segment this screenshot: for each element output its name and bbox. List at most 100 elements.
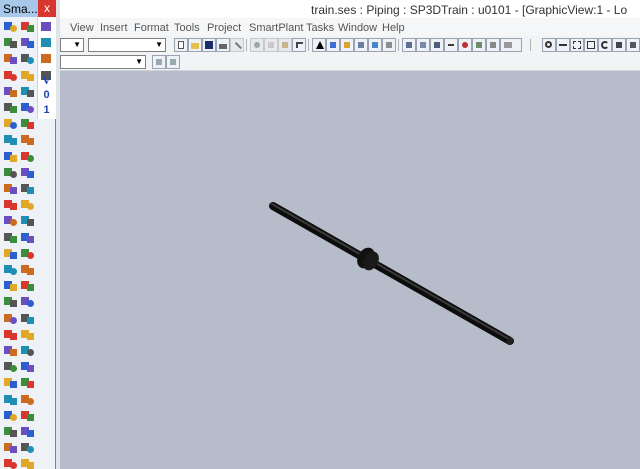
tool-button-icon[interactable]	[3, 198, 18, 212]
iso-view-icon[interactable]	[402, 38, 416, 52]
tool-button-icon[interactable]	[20, 376, 35, 390]
tool-button-icon[interactable]	[3, 441, 18, 455]
zoom-area-icon[interactable]	[570, 38, 584, 52]
tool-button-icon[interactable]	[20, 295, 35, 309]
tool-button-icon[interactable]	[20, 166, 35, 180]
tool-button-icon[interactable]	[3, 36, 18, 50]
zoom-icon[interactable]	[542, 38, 556, 52]
chevron-down-icon[interactable]: ▼	[135, 58, 143, 66]
menu-format[interactable]: Format	[134, 22, 169, 34]
tool-button-icon[interactable]	[20, 69, 35, 83]
select-tool-icon[interactable]	[312, 38, 326, 52]
tool-button-icon[interactable]	[20, 328, 35, 342]
tool-button-icon[interactable]	[3, 328, 18, 342]
one-letter-icon[interactable]: 1	[39, 103, 54, 117]
tool-button-icon[interactable]	[3, 214, 18, 228]
tool-button-icon[interactable]	[3, 425, 18, 439]
menu-project[interactable]: Project	[207, 22, 241, 34]
clip-icon[interactable]	[430, 38, 444, 52]
tool-button-icon[interactable]	[3, 279, 18, 293]
tool-button-icon[interactable]	[20, 279, 35, 293]
tool-button-icon[interactable]	[20, 214, 35, 228]
fit-icon[interactable]	[584, 38, 598, 52]
elevation-icon[interactable]	[382, 38, 396, 52]
filter-icon[interactable]	[340, 38, 354, 52]
tool-button-icon[interactable]	[3, 52, 18, 66]
save-icon[interactable]	[202, 38, 216, 52]
delete-icon[interactable]	[230, 38, 244, 52]
tool-button-icon[interactable]	[3, 295, 18, 309]
tool-button-icon[interactable]	[3, 20, 18, 34]
tool-button-icon[interactable]	[20, 20, 35, 34]
render-icon[interactable]	[472, 38, 486, 52]
named-view-icon[interactable]	[626, 38, 640, 52]
tool-button-icon[interactable]	[3, 312, 18, 326]
print-icon[interactable]	[216, 38, 230, 52]
tool-button-icon[interactable]	[3, 101, 18, 115]
tool-button-icon[interactable]	[3, 360, 18, 374]
tool-button-icon[interactable]	[3, 247, 18, 261]
tool-button-icon[interactable]	[3, 182, 18, 196]
menu-window[interactable]: Window	[338, 22, 377, 34]
tool-button-icon[interactable]	[3, 117, 18, 131]
lock-icon[interactable]	[152, 55, 166, 69]
tool-button-icon[interactable]	[20, 231, 35, 245]
tool-button-icon[interactable]	[3, 393, 18, 407]
menu-view[interactable]: View	[70, 22, 94, 34]
menu-smartplant[interactable]: SmartPlant	[249, 22, 303, 34]
undo-icon[interactable]	[292, 38, 306, 52]
graphic-view[interactable]	[60, 71, 640, 469]
view-icon[interactable]	[354, 38, 368, 52]
display-mode-icon[interactable]	[500, 38, 522, 52]
tool-button-icon[interactable]	[3, 263, 18, 277]
filter-combo[interactable]: ▼	[88, 38, 166, 52]
pan-icon[interactable]	[556, 38, 570, 52]
menu-tools[interactable]: Tools	[174, 22, 200, 34]
v-letter-icon[interactable]: V	[39, 73, 54, 87]
section-icon[interactable]	[416, 38, 430, 52]
tool-button-icon[interactable]	[3, 376, 18, 390]
tool-button-icon[interactable]	[20, 425, 35, 439]
tool-button-icon[interactable]	[20, 117, 35, 131]
tool-button-icon[interactable]	[20, 344, 35, 358]
copy-icon[interactable]	[264, 38, 278, 52]
tool-button-icon[interactable]	[3, 344, 18, 358]
tool-button-icon[interactable]	[20, 457, 35, 469]
chevron-down-icon[interactable]: ▼	[155, 41, 163, 49]
plan-view-icon[interactable]	[368, 38, 382, 52]
common-view-icon[interactable]	[612, 38, 626, 52]
new-icon[interactable]	[174, 38, 188, 52]
tool-button-icon[interactable]	[20, 393, 35, 407]
tool-button-icon[interactable]	[20, 263, 35, 277]
zero-letter-icon[interactable]: 0	[39, 88, 54, 102]
tool-button-icon[interactable]	[39, 36, 54, 50]
tool-button-icon[interactable]	[20, 36, 35, 50]
menu-help[interactable]: Help	[382, 22, 405, 34]
locate-filter-combo[interactable]: ▼	[60, 55, 146, 69]
tool-button-icon[interactable]	[20, 247, 35, 261]
tool-button-icon[interactable]	[20, 441, 35, 455]
window-icon[interactable]	[486, 38, 500, 52]
properties-icon[interactable]	[326, 38, 340, 52]
tool-button-icon[interactable]	[20, 312, 35, 326]
tool-button-icon[interactable]	[39, 52, 54, 66]
pipe-model[interactable]	[60, 71, 640, 469]
tool-button-icon[interactable]	[3, 409, 18, 423]
tool-button-icon[interactable]	[20, 150, 35, 164]
tool-button-icon[interactable]	[20, 133, 35, 147]
open-icon[interactable]	[188, 38, 202, 52]
tool-button-icon[interactable]	[3, 231, 18, 245]
close-icon[interactable]: x	[38, 0, 56, 17]
tool-button-icon[interactable]	[3, 69, 18, 83]
tool-button-icon[interactable]	[3, 85, 18, 99]
cut-icon[interactable]	[250, 38, 264, 52]
tool-button-icon[interactable]	[20, 198, 35, 212]
tool-button-icon[interactable]	[3, 133, 18, 147]
chevron-down-icon[interactable]: ▼	[73, 41, 81, 49]
tool-button-icon[interactable]	[20, 52, 35, 66]
tool-button-icon[interactable]	[20, 85, 35, 99]
tool-button-icon[interactable]	[3, 457, 18, 469]
measure-icon[interactable]	[444, 38, 458, 52]
workspace-combo[interactable]: ▼	[60, 38, 84, 52]
tool-button-icon[interactable]	[20, 409, 35, 423]
